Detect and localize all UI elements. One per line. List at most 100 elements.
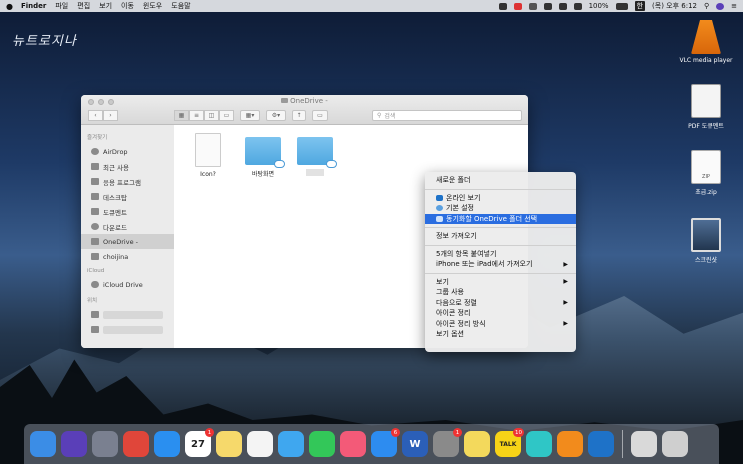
sidebar-item-location[interactable] bbox=[81, 307, 174, 322]
folder-item[interactable] bbox=[285, 133, 345, 176]
tags-button[interactable]: ▭ bbox=[312, 109, 328, 121]
calendar-icon[interactable]: 27 1 bbox=[185, 428, 214, 457]
notification-badge: 6 bbox=[391, 428, 400, 437]
list-view-icon[interactable]: ≡ bbox=[189, 109, 204, 121]
menu-item-paste[interactable]: 5개의 항목 붙여넣기 bbox=[425, 249, 576, 260]
battery-percent[interactable]: 100% bbox=[589, 2, 609, 10]
menu-item-get-info[interactable]: 정보 가져오기 bbox=[425, 231, 576, 242]
menu-item-sort-by[interactable]: 다음으로 정렬 ▶ bbox=[425, 298, 576, 309]
folder-icon bbox=[297, 137, 337, 168]
vlc-icon[interactable] bbox=[557, 431, 583, 457]
menu-app-name[interactable]: Finder bbox=[21, 2, 46, 10]
trash-icon[interactable] bbox=[662, 431, 688, 457]
apple-menu-icon[interactable]: ● bbox=[6, 2, 13, 11]
sidebar-item-home[interactable]: choijina bbox=[81, 249, 174, 264]
sidebar-item-downloads[interactable]: 다운로드 bbox=[81, 219, 174, 234]
share-button[interactable]: ↑ bbox=[292, 109, 306, 121]
finder-icon[interactable] bbox=[30, 431, 56, 457]
desktop-icon-vlc[interactable]: VLC media player bbox=[671, 20, 741, 64]
desktop-icon-zip[interactable]: ZIP 초급.zip bbox=[671, 150, 741, 196]
zip-file-icon: ZIP bbox=[691, 150, 721, 184]
input-source[interactable]: 한 bbox=[634, 1, 646, 11]
menu-help[interactable]: 도움말 bbox=[171, 1, 190, 11]
menu-item-preferences[interactable]: 기본 설정 bbox=[425, 203, 576, 214]
wallpaper-signature: 뉴트로지나 bbox=[12, 34, 77, 49]
desktop-icon-screenshot[interactable]: 스크린샷 bbox=[671, 218, 741, 264]
icon-view-icon[interactable]: ▦ bbox=[174, 109, 189, 121]
sidebar-item-label: 도큐멘트 bbox=[103, 208, 127, 217]
battery-icon[interactable] bbox=[615, 2, 628, 10]
back-button[interactable]: ‹ bbox=[88, 109, 103, 121]
menu-item-view-options[interactable]: 보기 옵션 bbox=[425, 329, 576, 340]
notification-badge: 10 bbox=[513, 428, 524, 437]
group-button[interactable]: ▦▾ bbox=[240, 109, 260, 121]
search-input[interactable]: ⚲ 검색 bbox=[372, 109, 522, 121]
launchpad-icon[interactable] bbox=[92, 431, 118, 457]
nav-buttons: ‹ › bbox=[88, 109, 118, 121]
sidebar-item-icloud-drive[interactable]: iCloud Drive bbox=[81, 277, 174, 292]
bluetooth-icon[interactable] bbox=[558, 2, 567, 10]
menu-separator bbox=[425, 244, 576, 246]
menu-file[interactable]: 파일 bbox=[55, 1, 68, 11]
notification-center-icon[interactable]: ≡ bbox=[731, 2, 737, 10]
menu-item-clean-up-by[interactable]: 아이콘 정리 방식 ▶ bbox=[425, 319, 576, 330]
recents-icon bbox=[91, 163, 99, 170]
menu-view[interactable]: 보기 bbox=[99, 1, 112, 11]
chrome-icon[interactable] bbox=[123, 431, 149, 457]
cloud-status-icon[interactable] bbox=[528, 2, 537, 10]
photos-icon[interactable] bbox=[247, 431, 273, 457]
menu-window[interactable]: 윈도우 bbox=[143, 1, 162, 11]
tool-status-icon[interactable] bbox=[543, 2, 552, 10]
menu-item-choose-sync-folders[interactable]: 동기화할 OneDrive 폴더 선택 bbox=[425, 213, 576, 224]
dock-icon-text: W bbox=[409, 438, 421, 450]
downloads-stack-icon[interactable] bbox=[631, 431, 657, 457]
sidebar-item-documents[interactable]: 도큐멘트 bbox=[81, 204, 174, 219]
menu-go[interactable]: 이동 bbox=[121, 1, 134, 11]
notes-icon[interactable] bbox=[216, 431, 242, 457]
facetime-icon[interactable] bbox=[309, 431, 335, 457]
stickies-icon[interactable] bbox=[464, 431, 490, 457]
siri-icon[interactable] bbox=[61, 431, 87, 457]
messages-bubble-icon[interactable] bbox=[278, 431, 304, 457]
menu-item-clean-up[interactable]: 아이콘 정리 bbox=[425, 308, 576, 319]
spotlight-icon[interactable]: ⚲ bbox=[704, 2, 709, 10]
sidebar-item-applications[interactable]: 응용 프로그램 bbox=[81, 174, 174, 189]
folder-item[interactable]: 바탕화면 bbox=[233, 133, 293, 178]
folder-title-icon bbox=[281, 98, 289, 103]
menu-bar: ● Finder 파일 편집 보기 이동 윈도우 도움말 100% 한 (목) … bbox=[0, 0, 743, 12]
pdf-document-icon bbox=[691, 84, 721, 118]
sidebar-item-recents[interactable]: 최근 사용 bbox=[81, 159, 174, 174]
sidebar-item-airdrop[interactable]: AirDrop bbox=[81, 144, 174, 159]
desktop-icon-pdf[interactable]: PDF 도큐멘트 bbox=[671, 84, 741, 130]
safari-icon[interactable] bbox=[154, 431, 180, 457]
app-store-icon[interactable]: 6 bbox=[371, 428, 400, 457]
kakaotalk-icon[interactable]: TALK 10 bbox=[495, 428, 524, 457]
sidebar-item-onedrive[interactable]: OneDrive - bbox=[81, 234, 174, 249]
clock[interactable]: (목) 오후 6:12 bbox=[652, 1, 697, 11]
file-item[interactable]: Icon? bbox=[178, 133, 238, 178]
column-view-icon[interactable]: ◫ bbox=[204, 109, 219, 121]
onedrive-icon[interactable] bbox=[588, 431, 614, 457]
sidebar-item-location[interactable] bbox=[81, 322, 174, 337]
upload-status-icon[interactable] bbox=[498, 2, 507, 10]
menu-item-view[interactable]: 보기 ▶ bbox=[425, 277, 576, 288]
music-icon[interactable] bbox=[340, 431, 366, 457]
menu-item-view-online[interactable]: 온라인 보기 bbox=[425, 193, 576, 204]
menu-item-use-groups[interactable]: 그룹 사용 bbox=[425, 287, 576, 298]
clips-star-icon[interactable] bbox=[526, 431, 552, 457]
wifi-icon[interactable] bbox=[573, 2, 582, 10]
sidebar-item-label: iCloud Drive bbox=[103, 280, 143, 289]
menu-item-label: 보기 bbox=[436, 277, 449, 286]
action-gear-button[interactable]: ⚙▾ bbox=[266, 109, 286, 121]
gallery-view-icon[interactable]: ▭ bbox=[219, 109, 234, 121]
siri-menu-icon[interactable] bbox=[716, 2, 725, 10]
menu-edit[interactable]: 편집 bbox=[77, 1, 90, 11]
word-icon[interactable]: W bbox=[402, 431, 428, 457]
forward-button[interactable]: › bbox=[103, 109, 118, 121]
menu-item-new-folder[interactable]: 새로운 폴더 bbox=[425, 175, 576, 186]
menu-item-import-from-iphone[interactable]: iPhone 또는 iPad에서 가져오기 ▶ bbox=[425, 259, 576, 270]
toolbar: ‹ › ▦ ≡ ◫ ▭ ▦▾ ⚙▾ ↑ ▭ ⚲ 검색 bbox=[88, 109, 522, 121]
system-preferences-icon[interactable]: 1 bbox=[433, 428, 462, 457]
app-status-icon[interactable] bbox=[513, 2, 522, 10]
sidebar-item-desktop[interactable]: 데스크탑 bbox=[81, 189, 174, 204]
